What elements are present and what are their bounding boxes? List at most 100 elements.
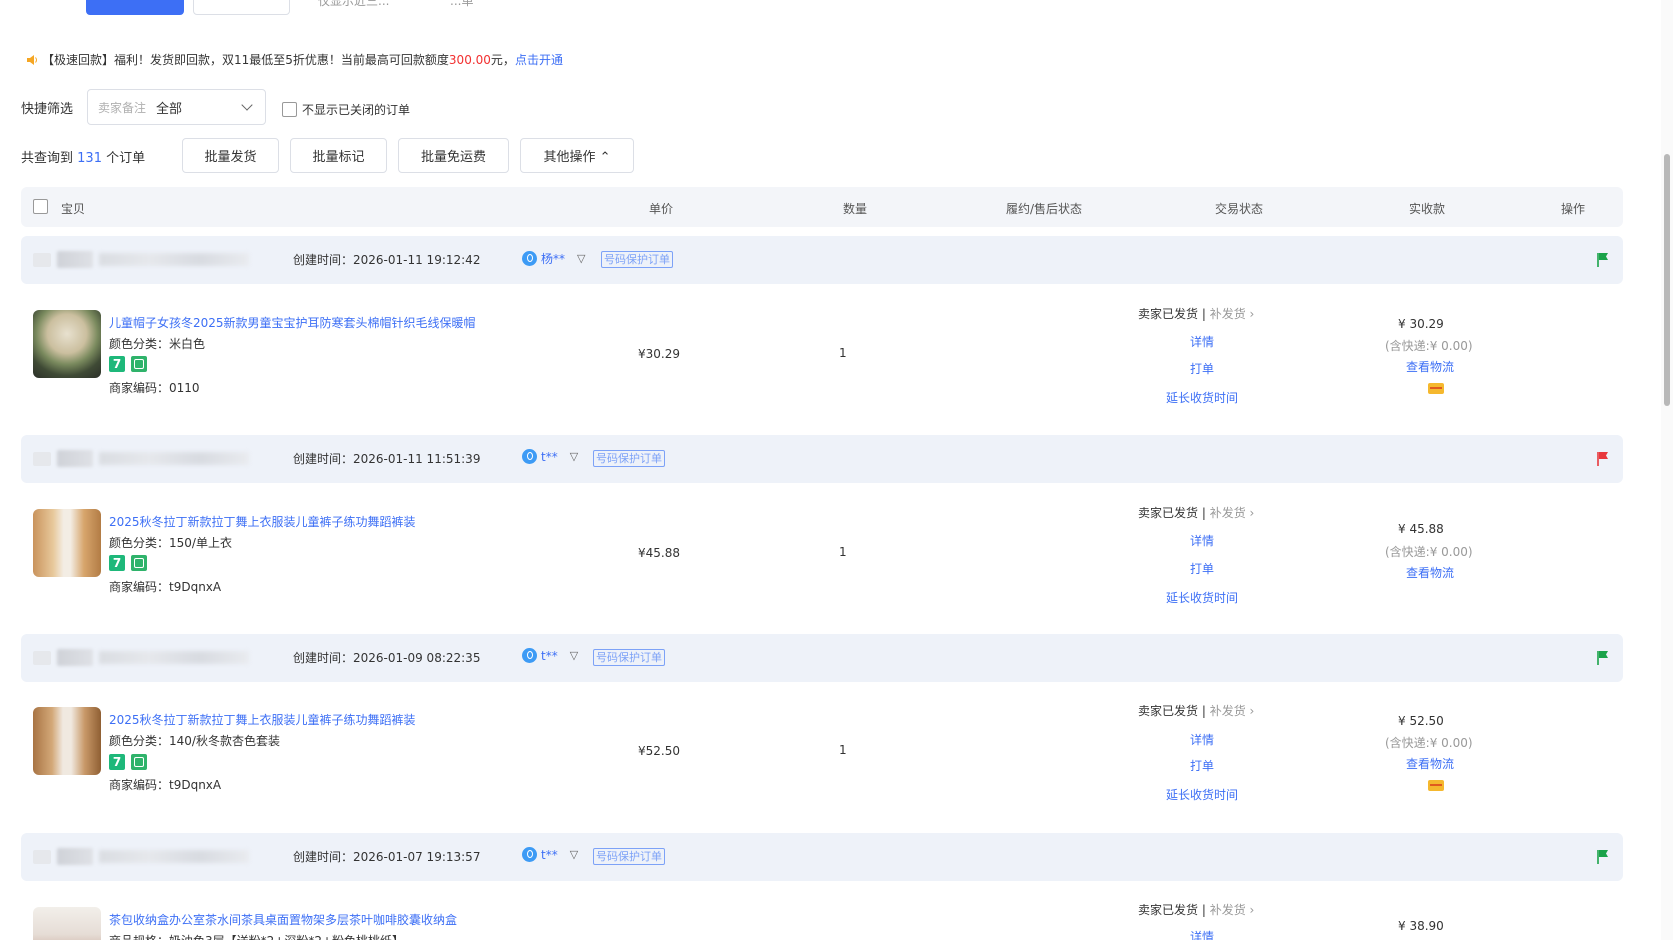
buyer-chat[interactable]: t** ▽ <box>522 449 578 464</box>
reship-link[interactable]: 补发货 › <box>1210 307 1255 321</box>
print-link[interactable]: 打单 <box>1190 360 1214 377</box>
unit-price: ¥52.50 <box>638 744 680 758</box>
trade-status: 卖家已发货 | 补发货 › <box>1138 903 1255 917</box>
chat-icon <box>522 847 537 862</box>
unit-price: ¥30.29 <box>638 347 680 361</box>
product-thumbnail[interactable] <box>33 707 101 775</box>
batch-ship-button[interactable]: 批量发货 <box>182 138 279 173</box>
buyer-name: 杨** <box>541 252 566 266</box>
batch-mark-button[interactable]: 批量标记 <box>290 138 387 173</box>
number-protection-badge: 号码保护订单 <box>601 251 673 268</box>
created-time: 创建时间：2026-01-11 19:12:42 <box>293 253 481 267</box>
guarantee-icon <box>131 356 147 372</box>
reship-link[interactable]: 补发货 › <box>1210 903 1255 917</box>
shipping-fee: (含快递:¥ 0.00) <box>1385 545 1473 559</box>
sku-text: 颜色分类：150/单上衣 <box>109 536 232 550</box>
shipping-fee: (含快递:¥ 0.00) <box>1385 736 1473 750</box>
received-amount: ¥ 52.50 <box>1398 714 1444 728</box>
order-group-header: 创建时间：2026-01-09 08:22:35 t** ▽ 号码保护订单 <box>21 634 1623 682</box>
buyer-chat[interactable]: 杨** ▽ <box>522 250 585 267</box>
created-time: 创建时间：2026-01-11 11:51:39 <box>293 452 481 466</box>
extend-receipt-link[interactable]: 延长收货时间 <box>1166 589 1238 606</box>
col-received: 实收款 <box>1409 202 1446 216</box>
order-group-header: 创建时间：2026-01-11 19:12:42 杨** ▽ 号码保护订单 <box>21 236 1623 284</box>
detail-link[interactable]: 详情 <box>1190 928 1214 940</box>
col-item: 宝贝 <box>61 202 86 216</box>
number-protection-badge: 号码保护订单 <box>593 450 665 467</box>
top-tab-1[interactable]: 仅显示近三... <box>318 0 389 9</box>
buyer-chat[interactable]: t** ▽ <box>522 648 578 663</box>
flag-icon[interactable] <box>1597 451 1609 467</box>
flag-icon[interactable] <box>1597 650 1609 666</box>
filter-icon[interactable]: ▽ <box>570 649 578 662</box>
chat-icon <box>522 449 537 464</box>
quantity: 1 <box>839 346 847 360</box>
top-tab-2[interactable]: ...单 <box>450 0 473 9</box>
product-thumbnail[interactable] <box>33 310 101 378</box>
product-title-link[interactable]: 茶包收纳盒办公室茶水间茶具桌面置物架多层茶叶咖啡胶囊收纳盒 <box>109 911 457 928</box>
reship-link[interactable]: 补发货 › <box>1210 506 1255 520</box>
print-link[interactable]: 打单 <box>1190 560 1214 577</box>
detail-link[interactable]: 详情 <box>1190 532 1214 549</box>
product-thumbnail[interactable] <box>33 907 101 940</box>
product-title-link[interactable]: 2025秋冬拉丁新款拉丁舞上衣服装儿童裤子练功舞蹈裤装 <box>109 711 416 728</box>
trade-status: 卖家已发货 | 补发货 › <box>1138 704 1255 718</box>
scrollbar-thumb[interactable] <box>1664 154 1670 406</box>
batch-export-button[interactable] <box>193 0 290 15</box>
print-link[interactable]: 打单 <box>1190 757 1214 774</box>
seven-day-return-icon: 7 <box>109 356 125 372</box>
filter-icon[interactable]: ▽ <box>570 848 578 861</box>
col-trade-status: 交易状态 <box>1215 202 1264 216</box>
hide-closed-checkbox[interactable] <box>282 102 297 117</box>
seller-note-select[interactable]: 卖家备注 全部 <box>87 89 266 125</box>
status-text: 卖家已发货 <box>1138 903 1199 917</box>
buyer-name: t** <box>541 449 558 464</box>
detail-link[interactable]: 详情 <box>1190 731 1214 748</box>
product-title-link[interactable]: 儿童帽子女孩冬2025新款男童宝宝护耳防寒套头棉帽针织毛线保暖帽 <box>109 314 476 331</box>
speaker-icon <box>27 54 37 65</box>
vertical-scrollbar[interactable] <box>1661 0 1673 940</box>
unit-price: ¥45.88 <box>638 546 680 560</box>
order-count: 共查询到 131 个订单 <box>21 147 145 166</box>
view-logistics-link[interactable]: 查看物流 <box>1406 755 1454 772</box>
service-icons: 7 <box>109 356 147 372</box>
buyer-chat[interactable]: t** ▽ <box>522 847 578 862</box>
hide-closed-orders-toggle[interactable]: 不显示已关闭的订单 <box>282 101 410 118</box>
notice-amount: 300.00 <box>448 52 491 67</box>
view-logistics-link[interactable]: 查看物流 <box>1406 358 1454 375</box>
flag-icon[interactable] <box>1597 252 1609 268</box>
redacted-order-id <box>99 253 249 266</box>
notice-open-link[interactable]: 点击开通 <box>515 51 563 68</box>
select-all-checkbox[interactable] <box>33 199 48 214</box>
order-item-row: 2025秋冬拉丁新款拉丁舞上衣服装儿童裤子练功舞蹈裤装 颜色分类：150/单上衣… <box>21 489 1623 639</box>
redacted-checkbox <box>33 253 51 267</box>
batch-free-shipping-button[interactable]: 批量免运费 <box>398 138 509 173</box>
extend-receipt-link[interactable]: 延长收货时间 <box>1166 786 1238 803</box>
extend-receipt-link[interactable]: 延长收货时间 <box>1166 389 1238 406</box>
col-after-sale: 履约/售后状态 <box>1006 202 1083 216</box>
product-title-link[interactable]: 2025秋冬拉丁新款拉丁舞上衣服装儿童裤子练功舞蹈裤装 <box>109 513 416 530</box>
filter-icon[interactable]: ▽ <box>570 450 578 463</box>
trade-status: 卖家已发货 | 补发货 › <box>1138 506 1255 520</box>
redacted-shop <box>57 649 93 666</box>
received-amount: ¥ 30.29 <box>1398 317 1444 331</box>
redacted-shop <box>57 251 93 268</box>
shipping-fee: (含快递:¥ 0.00) <box>1385 339 1473 353</box>
quantity: 1 <box>839 545 847 559</box>
count-number: 131 <box>77 151 102 166</box>
received-amount: ¥ 38.90 <box>1398 919 1444 933</box>
reship-link[interactable]: 补发货 › <box>1210 704 1255 718</box>
filter-icon[interactable]: ▽ <box>577 252 585 265</box>
submit-order-button[interactable] <box>86 0 184 15</box>
flag-icon[interactable] <box>1597 849 1609 865</box>
quick-filter-label: 快捷筛选 <box>21 102 74 117</box>
product-thumbnail[interactable] <box>33 509 101 577</box>
status-text: 卖家已发货 <box>1138 704 1199 718</box>
more-actions-button[interactable]: 其他操作 ⌃ <box>520 138 634 173</box>
detail-link[interactable]: 详情 <box>1190 333 1214 350</box>
sku-text: 颜色分类：米白色 <box>109 337 206 351</box>
order-item-row: 儿童帽子女孩冬2025新款男童宝宝护耳防寒套头棉帽针织毛线保暖帽 颜色分类：米白… <box>21 290 1623 440</box>
redacted-order-id <box>99 850 249 863</box>
view-logistics-link[interactable]: 查看物流 <box>1406 564 1454 581</box>
count-prefix: 共查询到 <box>21 151 74 166</box>
